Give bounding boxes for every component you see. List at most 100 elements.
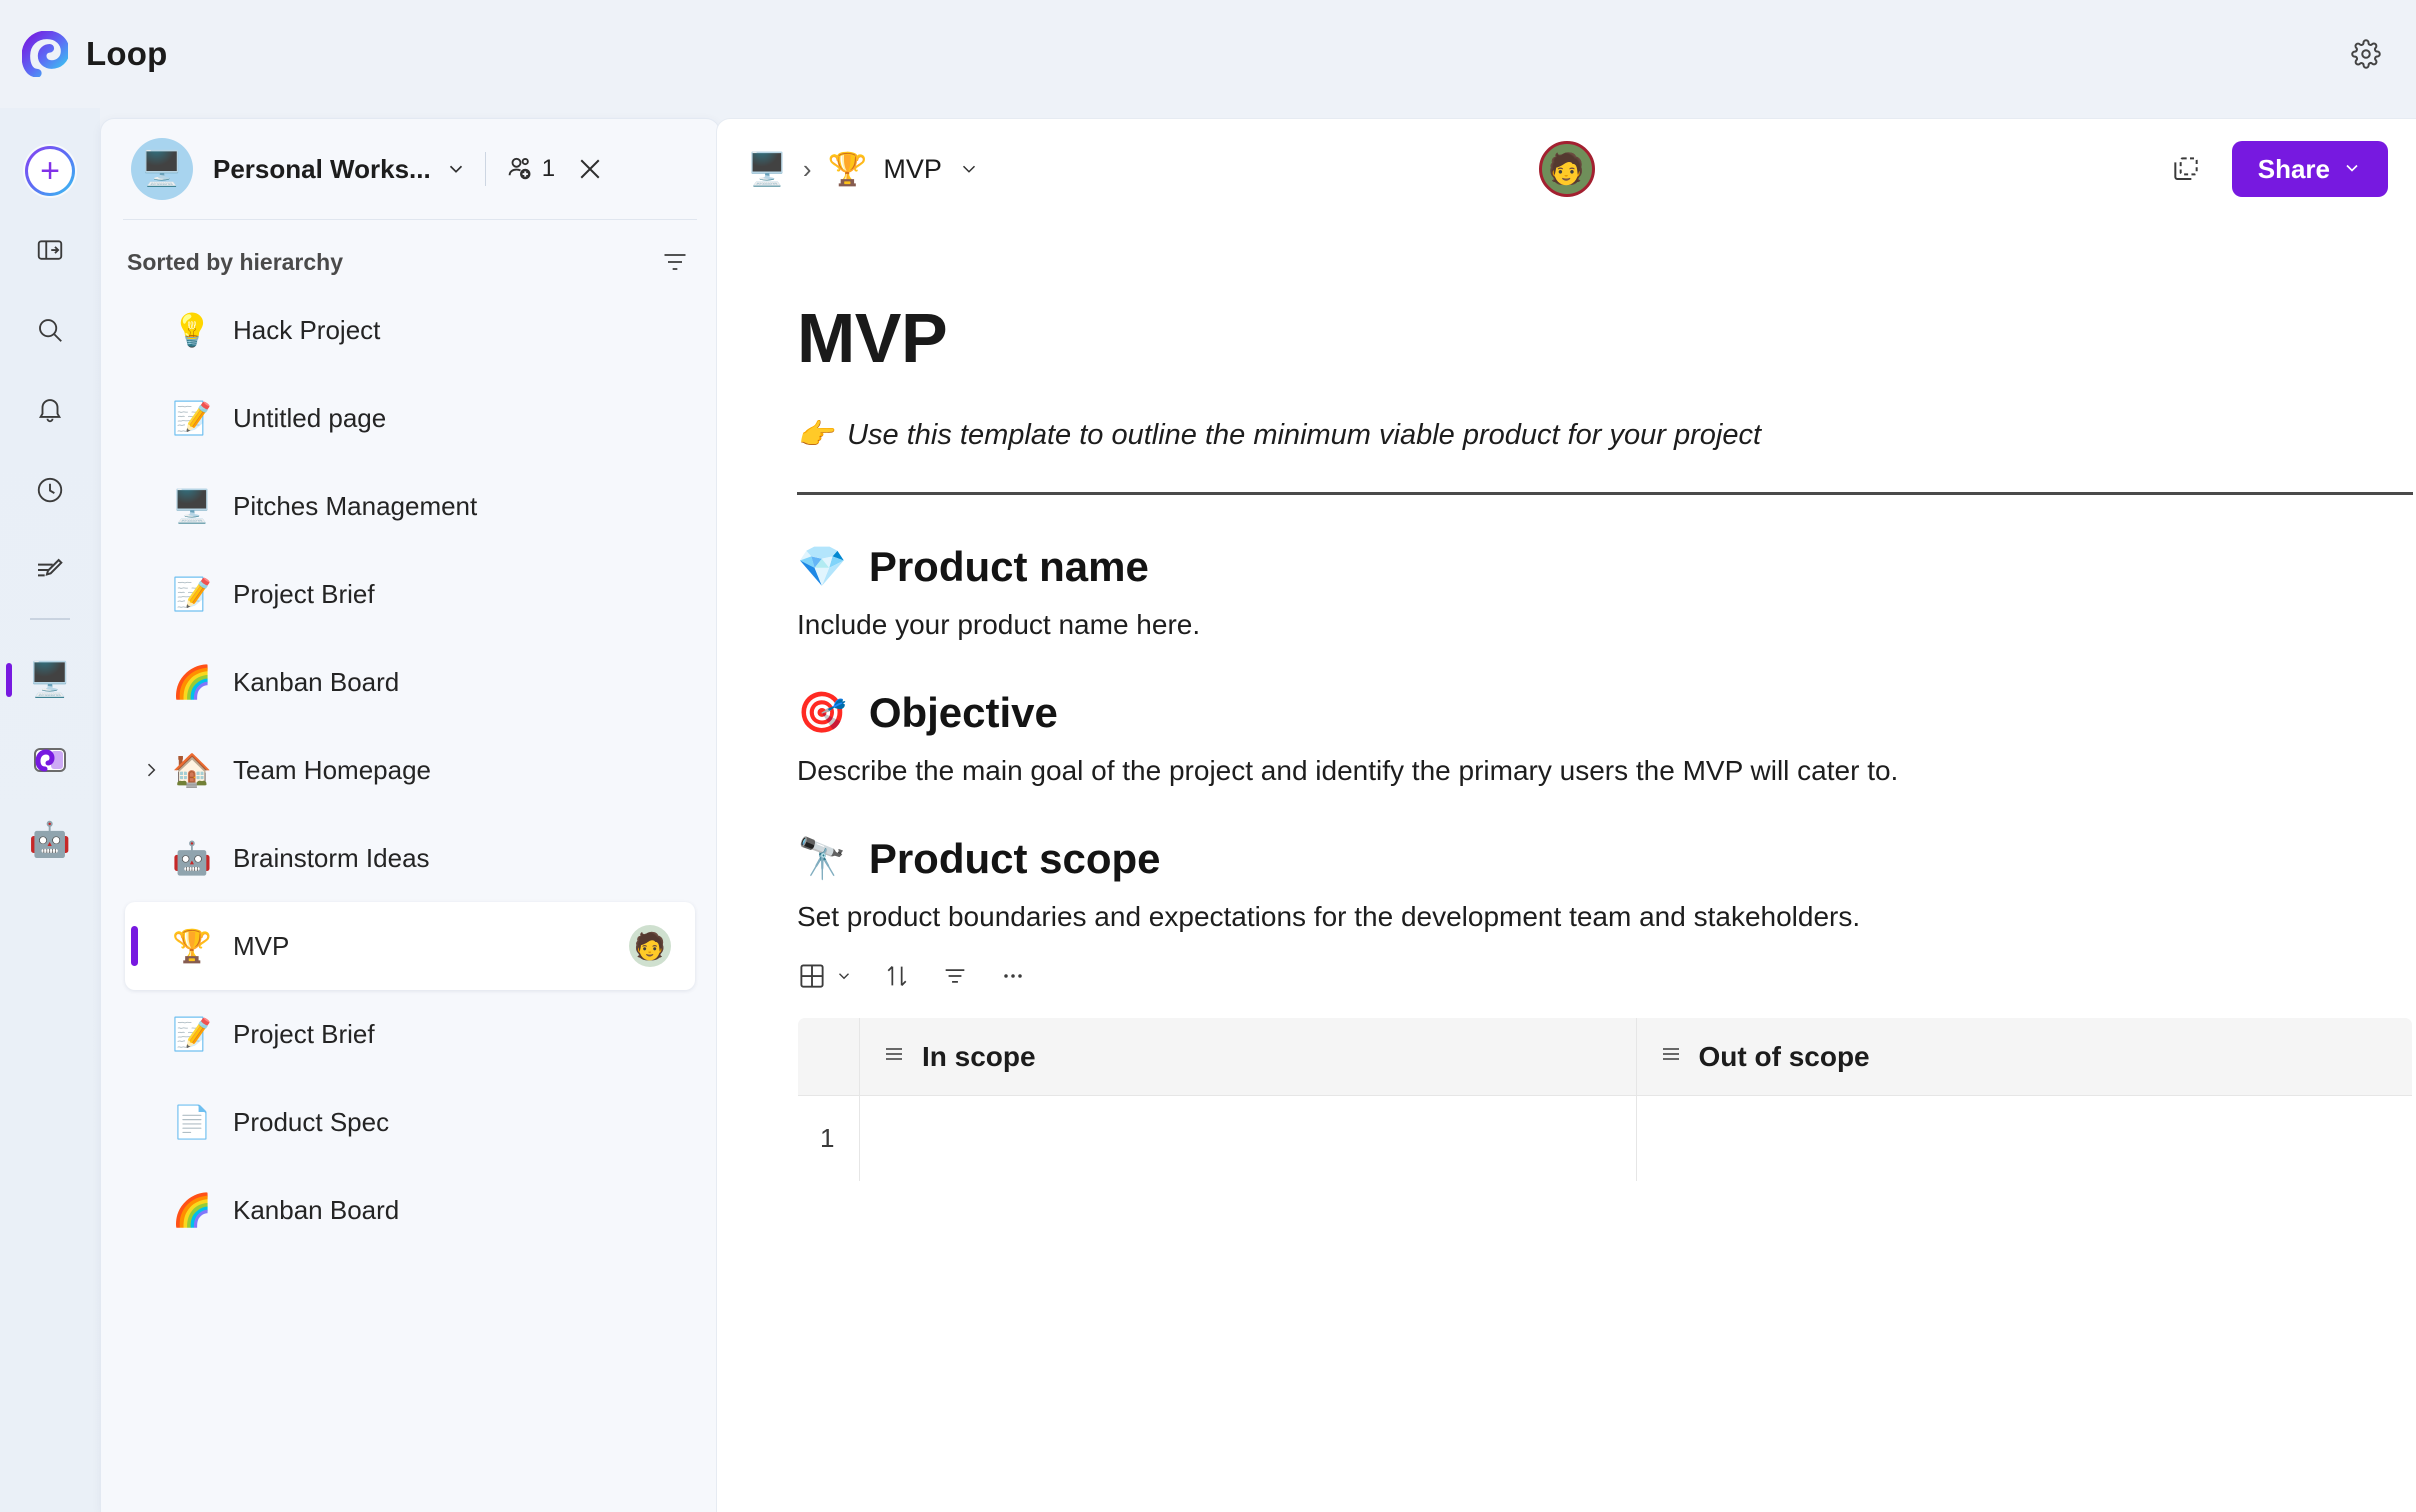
direct-hit-emoji: 🎯: [797, 693, 847, 733]
sidebar-item-mvp[interactable]: 🏆 MVP 🧑: [125, 902, 695, 990]
section-body-product-scope[interactable]: Set product boundaries and expectations …: [797, 901, 2416, 933]
avatar: 🧑: [629, 925, 671, 967]
chevron-down-icon: [2342, 154, 2362, 185]
sidebar-item-label: Brainstorm Ideas: [233, 843, 430, 874]
bell-icon[interactable]: [24, 384, 76, 436]
sidebar-item-untitled-page[interactable]: 📝 Untitled page: [125, 374, 695, 462]
rail-divider: [30, 618, 70, 620]
text-column-icon: [1659, 1041, 1683, 1073]
page-subtitle-text: Use this template to outline the minimum…: [847, 419, 1761, 452]
table-cell-out-of-scope[interactable]: [1636, 1096, 2413, 1182]
table-header-row: In scope Out of scope: [798, 1018, 2413, 1096]
document-content: Add icon Add cover MVP 👉 Use this templa…: [717, 219, 2416, 1182]
page-title[interactable]: MVP: [797, 298, 2416, 378]
sidebar-item-team-homepage[interactable]: 🏠 Team Homepage: [125, 726, 695, 814]
more-options-icon[interactable]: [999, 962, 1027, 990]
clock-icon[interactable]: [24, 464, 76, 516]
close-icon[interactable]: [575, 154, 605, 184]
avatar[interactable]: 🧑: [1539, 141, 1595, 197]
sidebar-item-label: Kanban Board: [233, 667, 399, 698]
divider: [797, 492, 2413, 495]
robot-emoji: 🤖: [171, 842, 213, 874]
column-header-label: Out of scope: [1699, 1041, 1870, 1073]
signature-icon[interactable]: [24, 544, 76, 596]
rainbow-emoji: 🌈: [171, 666, 213, 698]
page-with-curl-emoji: 📄: [171, 1106, 213, 1138]
table-layout-icon[interactable]: [797, 961, 853, 991]
column-header-out-of-scope[interactable]: Out of scope: [1636, 1018, 2413, 1096]
app-header: Loop: [0, 0, 2416, 108]
sidebar-item-label: Hack Project: [233, 315, 380, 346]
share-button[interactable]: Share: [2232, 141, 2388, 197]
chevron-down-icon[interactable]: [958, 158, 980, 180]
section-heading-product-name: 💎 Product name: [797, 543, 2416, 591]
table-cell-in-scope[interactable]: [860, 1096, 1637, 1182]
breadcrumb[interactable]: 🖥️ › 🏆 MVP: [747, 153, 980, 185]
chevron-down-icon[interactable]: [445, 158, 467, 180]
sidebar-page-list: 💡 Hack Project 📝 Untitled page 🖥️ Pitche…: [101, 286, 719, 1254]
sidebar-item-pitches-management[interactable]: 🖥️ Pitches Management: [125, 462, 695, 550]
column-header-in-scope[interactable]: In scope: [860, 1018, 1637, 1096]
filter-icon[interactable]: [941, 962, 969, 990]
section-body-product-name[interactable]: Include your product name here.: [797, 609, 2416, 641]
trophy-emoji: 🏆: [171, 930, 213, 962]
workspace-loop[interactable]: [24, 734, 76, 786]
telescope-emoji: 🔭: [797, 839, 847, 879]
sidebar-item-kanban-board[interactable]: 🌈 Kanban Board: [125, 638, 695, 726]
workspace-robot[interactable]: 🤖: [24, 814, 76, 866]
sidebar-item-brainstorm-ideas[interactable]: 🤖 Brainstorm Ideas: [125, 814, 695, 902]
table-toolbar: [797, 961, 2416, 991]
create-new-button[interactable]: +: [25, 146, 75, 196]
product-scope-table: In scope Out of scope: [797, 1017, 2413, 1182]
app-brand: Loop: [22, 31, 167, 77]
filter-icon[interactable]: [661, 248, 689, 276]
plus-icon: +: [40, 156, 60, 186]
page-meta-actions: Add icon Add cover: [716, 219, 2416, 256]
sort-label: Sorted by hierarchy: [127, 249, 343, 276]
toolbar-actions: Share: [2170, 141, 2388, 197]
active-indicator: [6, 663, 12, 697]
expand-panel-icon[interactable]: [24, 224, 76, 276]
column-header-label: In scope: [922, 1041, 1036, 1073]
sidebar-item-label: Team Homepage: [233, 755, 431, 786]
gear-icon[interactable]: [2344, 32, 2388, 76]
section-heading-objective: 🎯 Objective: [797, 689, 2416, 737]
text-column-icon: [882, 1041, 906, 1073]
section-body-objective[interactable]: Describe the main goal of the project an…: [797, 755, 2416, 787]
memo-emoji: 📝: [171, 578, 213, 610]
chevron-right-icon[interactable]: [141, 760, 161, 780]
selection-indicator: [131, 926, 138, 966]
desktop-computer-emoji: 🖥️: [141, 152, 183, 186]
share-label: Share: [2258, 154, 2330, 185]
lightbulb-emoji: 💡: [171, 314, 213, 346]
row-number: 1: [798, 1096, 860, 1182]
section-heading-text: Product scope: [869, 835, 1161, 883]
document-panel: 🖥️ › 🏆 MVP 🧑 Share: [716, 118, 2416, 1512]
header-divider: [485, 152, 486, 186]
breadcrumb-page-label: MVP: [883, 154, 942, 185]
workspace-personal[interactable]: 🖥️: [24, 654, 76, 706]
sidebar-panel: 🖥️ Personal Works... 1 Sorted: [100, 118, 720, 1512]
app-title: Loop: [86, 35, 167, 73]
section-heading-text: Product name: [869, 543, 1149, 591]
desktop-computer-emoji[interactable]: 🖥️: [747, 153, 787, 185]
trophy-emoji: 🏆: [828, 153, 868, 185]
search-icon[interactable]: [24, 304, 76, 356]
sidebar-item-kanban-board-2[interactable]: 🌈 Kanban Board: [125, 1166, 695, 1254]
table-header: In scope Out of scope: [798, 1018, 2413, 1096]
memo-emoji: 📝: [171, 402, 213, 434]
table-body: 1: [798, 1096, 2413, 1182]
copy-component-icon[interactable]: [2170, 153, 2202, 185]
table-row[interactable]: 1: [798, 1096, 2413, 1182]
workspace-members-button[interactable]: 1: [504, 154, 555, 184]
sidebar-item-project-brief[interactable]: 📝 Project Brief: [125, 550, 695, 638]
sidebar-item-label: Project Brief: [233, 1019, 375, 1050]
sidebar-item-project-brief-2[interactable]: 📝 Project Brief: [125, 990, 695, 1078]
house-emoji: 🏠: [171, 754, 213, 786]
page-subtitle: 👉 Use this template to outline the minim…: [797, 418, 2416, 452]
sort-icon[interactable]: [883, 962, 911, 990]
sidebar-item-hack-project[interactable]: 💡 Hack Project: [125, 286, 695, 374]
sidebar-item-product-spec[interactable]: 📄 Product Spec: [125, 1078, 695, 1166]
sidebar-item-label: Pitches Management: [233, 491, 477, 522]
sidebar-item-label: Product Spec: [233, 1107, 389, 1138]
